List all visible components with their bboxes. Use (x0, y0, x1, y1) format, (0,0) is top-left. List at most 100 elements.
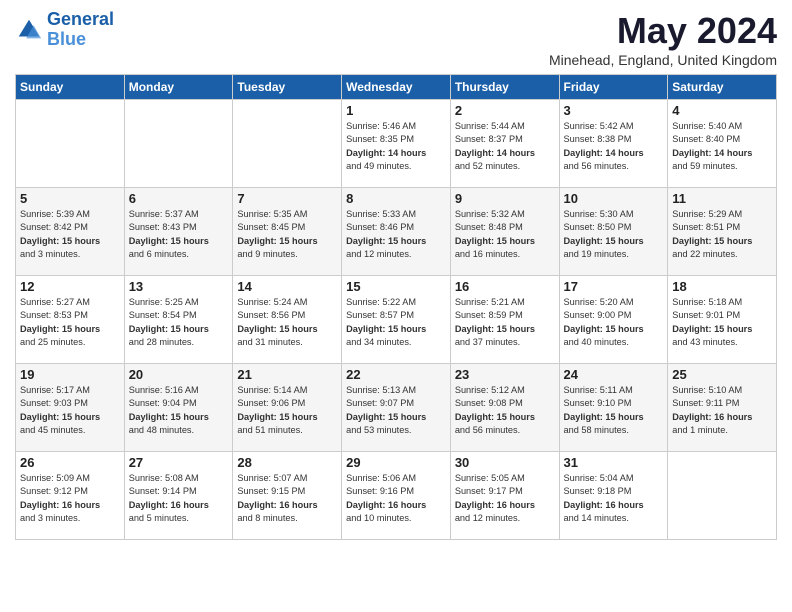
cell-content: Sunrise: 5:05 AMSunset: 9:17 PMDaylight:… (455, 472, 555, 525)
calendar-cell (668, 452, 777, 540)
day-number: 24 (564, 367, 664, 382)
calendar-week-3: 12 Sunrise: 5:27 AMSunset: 8:53 PMDayligh… (16, 276, 777, 364)
cell-content: Sunrise: 5:46 AMSunset: 8:35 PMDaylight:… (346, 120, 446, 173)
calendar-header-row: SundayMondayTuesdayWednesdayThursdayFrid… (16, 75, 777, 100)
cell-content: Sunrise: 5:09 AMSunset: 9:12 PMDaylight:… (20, 472, 120, 525)
calendar-cell: 8 Sunrise: 5:33 AMSunset: 8:46 PMDaylight… (342, 188, 451, 276)
month-title: May 2024 (549, 10, 777, 52)
day-number: 11 (672, 191, 772, 206)
day-number: 8 (346, 191, 446, 206)
calendar-week-4: 19 Sunrise: 5:17 AMSunset: 9:03 PMDayligh… (16, 364, 777, 452)
cell-content: Sunrise: 5:27 AMSunset: 8:53 PMDaylight:… (20, 296, 120, 349)
cell-content: Sunrise: 5:04 AMSunset: 9:18 PMDaylight:… (564, 472, 664, 525)
day-number: 3 (564, 103, 664, 118)
column-header-friday: Friday (559, 75, 668, 100)
cell-content: Sunrise: 5:06 AMSunset: 9:16 PMDaylight:… (346, 472, 446, 525)
calendar-cell: 19 Sunrise: 5:17 AMSunset: 9:03 PMDayligh… (16, 364, 125, 452)
calendar-cell: 25Sunrise: 5:10 AMSunset: 9:11 PMDayligh… (668, 364, 777, 452)
cell-content: Sunrise: 5:14 AMSunset: 9:06 PMDaylight:… (237, 384, 337, 437)
calendar-cell: 2Sunrise: 5:44 AMSunset: 8:37 PMDaylight… (450, 100, 559, 188)
day-number: 28 (237, 455, 337, 470)
calendar-cell: 4Sunrise: 5:40 AMSunset: 8:40 PMDaylight… (668, 100, 777, 188)
calendar-cell: 22Sunrise: 5:13 AMSunset: 9:07 PMDayligh… (342, 364, 451, 452)
day-number: 19 (20, 367, 120, 382)
calendar-cell: 13Sunrise: 5:25 AMSunset: 8:54 PMDayligh… (124, 276, 233, 364)
cell-content: Sunrise: 5:29 AMSunset: 8:51 PMDaylight:… (672, 208, 772, 261)
day-number: 20 (129, 367, 229, 382)
calendar-week-2: 5 Sunrise: 5:39 AMSunset: 8:42 PMDaylight… (16, 188, 777, 276)
cell-content: Sunrise: 5:32 AMSunset: 8:48 PMDaylight:… (455, 208, 555, 261)
day-number: 5 (20, 191, 120, 206)
calendar-cell: 30 Sunrise: 5:05 AMSunset: 9:17 PMDayligh… (450, 452, 559, 540)
cell-content: Sunrise: 5:22 AMSunset: 8:57 PMDaylight:… (346, 296, 446, 349)
calendar-cell: 9 Sunrise: 5:32 AMSunset: 8:48 PMDaylight… (450, 188, 559, 276)
logo-text: General Blue (47, 10, 114, 50)
cell-content: Sunrise: 5:11 AMSunset: 9:10 PMDaylight:… (564, 384, 664, 437)
calendar-cell: 7 Sunrise: 5:35 AMSunset: 8:45 PMDaylight… (233, 188, 342, 276)
calendar-cell: 18 Sunrise: 5:18 AMSunset: 9:01 PMDayligh… (668, 276, 777, 364)
calendar-cell: 29Sunrise: 5:06 AMSunset: 9:16 PMDayligh… (342, 452, 451, 540)
calendar-body: 1 Sunrise: 5:46 AMSunset: 8:35 PMDaylight… (16, 100, 777, 540)
calendar-cell: 31 Sunrise: 5:04 AMSunset: 9:18 PMDayligh… (559, 452, 668, 540)
day-number: 9 (455, 191, 555, 206)
cell-content: Sunrise: 5:20 AMSunset: 9:00 PMDaylight:… (564, 296, 664, 349)
day-number: 16 (455, 279, 555, 294)
calendar-cell: 3Sunrise: 5:42 AMSunset: 8:38 PMDaylight… (559, 100, 668, 188)
column-header-saturday: Saturday (668, 75, 777, 100)
day-number: 2 (455, 103, 555, 118)
calendar-cell: 26 Sunrise: 5:09 AMSunset: 9:12 PMDayligh… (16, 452, 125, 540)
column-header-sunday: Sunday (16, 75, 125, 100)
day-number: 7 (237, 191, 337, 206)
column-header-thursday: Thursday (450, 75, 559, 100)
cell-content: Sunrise: 5:21 AMSunset: 8:59 PMDaylight:… (455, 296, 555, 349)
column-header-tuesday: Tuesday (233, 75, 342, 100)
cell-content: Sunrise: 5:18 AMSunset: 9:01 PMDaylight:… (672, 296, 772, 349)
logo-line1: General (47, 9, 114, 29)
logo-icon (15, 16, 43, 44)
calendar-cell: 1 Sunrise: 5:46 AMSunset: 8:35 PMDaylight… (342, 100, 451, 188)
logo: General Blue (15, 10, 114, 50)
day-number: 31 (564, 455, 664, 470)
calendar-cell (16, 100, 125, 188)
cell-content: Sunrise: 5:33 AMSunset: 8:46 PMDaylight:… (346, 208, 446, 261)
cell-content: Sunrise: 5:17 AMSunset: 9:03 PMDaylight:… (20, 384, 120, 437)
cell-content: Sunrise: 5:37 AMSunset: 8:43 PMDaylight:… (129, 208, 229, 261)
cell-content: Sunrise: 5:16 AMSunset: 9:04 PMDaylight:… (129, 384, 229, 437)
calendar-cell: 23Sunrise: 5:12 AMSunset: 9:08 PMDayligh… (450, 364, 559, 452)
cell-content: Sunrise: 5:35 AMSunset: 8:45 PMDaylight:… (237, 208, 337, 261)
calendar-cell: 21 Sunrise: 5:14 AMSunset: 9:06 PMDayligh… (233, 364, 342, 452)
calendar-cell: 5 Sunrise: 5:39 AMSunset: 8:42 PMDaylight… (16, 188, 125, 276)
cell-content: Sunrise: 5:30 AMSunset: 8:50 PMDaylight:… (564, 208, 664, 261)
calendar-cell: 14 Sunrise: 5:24 AMSunset: 8:56 PMDayligh… (233, 276, 342, 364)
calendar-cell: 28Sunrise: 5:07 AMSunset: 9:15 PMDayligh… (233, 452, 342, 540)
day-number: 23 (455, 367, 555, 382)
calendar-week-1: 1 Sunrise: 5:46 AMSunset: 8:35 PMDaylight… (16, 100, 777, 188)
column-header-monday: Monday (124, 75, 233, 100)
day-number: 22 (346, 367, 446, 382)
calendar-cell: 12 Sunrise: 5:27 AMSunset: 8:53 PMDayligh… (16, 276, 125, 364)
day-number: 1 (346, 103, 446, 118)
day-number: 14 (237, 279, 337, 294)
day-number: 4 (672, 103, 772, 118)
cell-content: Sunrise: 5:39 AMSunset: 8:42 PMDaylight:… (20, 208, 120, 261)
calendar-cell: 15Sunrise: 5:22 AMSunset: 8:57 PMDayligh… (342, 276, 451, 364)
day-number: 25 (672, 367, 772, 382)
calendar-cell: 6 Sunrise: 5:37 AMSunset: 8:43 PMDaylight… (124, 188, 233, 276)
day-number: 10 (564, 191, 664, 206)
cell-content: Sunrise: 5:08 AMSunset: 9:14 PMDaylight:… (129, 472, 229, 525)
calendar-cell: 16 Sunrise: 5:21 AMSunset: 8:59 PMDayligh… (450, 276, 559, 364)
cell-content: Sunrise: 5:25 AMSunset: 8:54 PMDaylight:… (129, 296, 229, 349)
day-number: 18 (672, 279, 772, 294)
calendar-table: SundayMondayTuesdayWednesdayThursdayFrid… (15, 74, 777, 540)
logo-line2: Blue (47, 29, 86, 49)
day-number: 30 (455, 455, 555, 470)
day-number: 6 (129, 191, 229, 206)
day-number: 26 (20, 455, 120, 470)
cell-content: Sunrise: 5:24 AMSunset: 8:56 PMDaylight:… (237, 296, 337, 349)
calendar-cell: 10 Sunrise: 5:30 AMSunset: 8:50 PMDayligh… (559, 188, 668, 276)
day-number: 21 (237, 367, 337, 382)
location: Minehead, England, United Kingdom (549, 52, 777, 68)
calendar-cell: 11 Sunrise: 5:29 AMSunset: 8:51 PMDayligh… (668, 188, 777, 276)
day-number: 17 (564, 279, 664, 294)
day-number: 12 (20, 279, 120, 294)
